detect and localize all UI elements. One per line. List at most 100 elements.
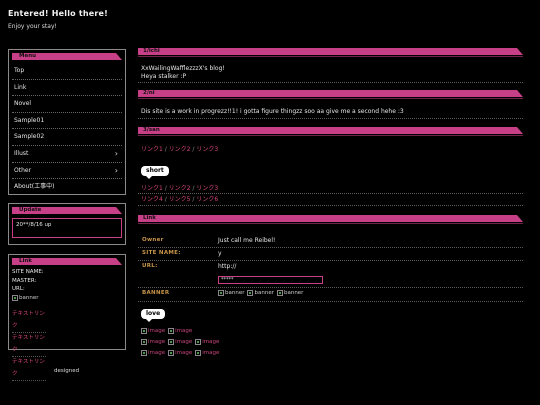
image-link[interactable]: image (141, 328, 165, 334)
menu-box: Menu Top Link Novel Sample01 Sample02 Il… (8, 49, 126, 195)
menu-item-other[interactable]: Other › (12, 163, 122, 180)
section-underline (138, 98, 523, 99)
url-label: URL: (142, 263, 158, 269)
banner-row: BANNER banner banner banner (138, 287, 523, 302)
password-field[interactable]: ***** (218, 276, 323, 284)
menu-item-illust[interactable]: Illust › (12, 146, 122, 163)
banner-list: banner banner banner (218, 290, 303, 296)
image-link[interactable]: image (168, 328, 192, 334)
chevron-right-icon: › (114, 165, 118, 175)
image-link[interactable]: image (168, 350, 192, 356)
section-underline (138, 135, 523, 136)
banner-image[interactable]: banner (247, 290, 274, 296)
link-item[interactable]: リンク3 (196, 146, 218, 153)
divider (138, 205, 523, 206)
menu-heading: Menu (12, 53, 122, 60)
link-item[interactable]: リンク6 (196, 196, 218, 203)
greeting: Heya stalker :P (141, 73, 187, 80)
image-link[interactable]: image (141, 350, 165, 356)
image-row-1: image image (141, 328, 192, 334)
menu-item-label: Top (14, 67, 25, 74)
menu-item-about[interactable]: About(工事中) (12, 179, 122, 195)
broken-image-icon (12, 294, 18, 301)
broken-image-icon (195, 350, 202, 356)
site-name-row: SITE NAME: y (138, 247, 523, 261)
broken-image-icon (168, 339, 175, 345)
image-row-3: image image image (141, 350, 219, 356)
section-1-text: XxWailingWafflezzzX's blog! Heya stalker… (141, 65, 225, 81)
image-link[interactable]: image (141, 339, 165, 345)
section-underline (138, 56, 523, 57)
divider (138, 193, 523, 194)
broken-image-icon (168, 350, 175, 356)
menu-item-top[interactable]: Top (12, 63, 122, 80)
site-name-value: y (218, 250, 222, 257)
section-2-heading: 2/ni (138, 90, 523, 97)
broken-image-icon (276, 290, 283, 296)
links-row-2: リンク1 / リンク2 / リンク3 (141, 185, 219, 192)
love-label: love (141, 309, 166, 322)
broken-image-icon (168, 328, 175, 334)
menu-item-sample02[interactable]: Sample02 (12, 129, 122, 146)
owner-label: Owner (142, 237, 164, 243)
banner-image[interactable]: banner (218, 290, 244, 296)
broken-image-icon (247, 290, 254, 296)
url-value: http:// (218, 263, 237, 270)
menu-item-sample01[interactable]: Sample01 (12, 113, 122, 130)
link-item[interactable]: リンク1 (141, 146, 163, 153)
banner-image[interactable]: banner (276, 290, 303, 296)
blog-title: XxWailingWafflezzzX's blog! (141, 65, 225, 72)
section-3-heading: 3/san (138, 127, 523, 134)
site-name-label: SITE NAME: (142, 250, 181, 256)
link-item[interactable]: リンク3 (196, 185, 218, 192)
section-2-text: Dis site is a work in progrezz!!1! i got… (141, 108, 404, 115)
link-section-heading: Link (138, 215, 523, 222)
url-row: URL: http:// (138, 260, 523, 288)
menu-item-label: Novel (14, 100, 32, 108)
section-1-heading: 1/ichi (138, 48, 523, 55)
owner-value: Just call me Reibel! (218, 237, 276, 244)
update-heading: Update (12, 207, 122, 214)
short-label: short (141, 166, 169, 179)
chevron-right-icon: › (114, 148, 118, 158)
image-link[interactable]: image (195, 350, 219, 356)
image-row-2: image image image (141, 339, 219, 345)
link-item[interactable]: リンク5 (169, 196, 191, 203)
text-link[interactable]: テキストリンク (12, 357, 46, 382)
banner-image[interactable]: banner (12, 294, 38, 303)
link-item[interactable]: リンク2 (169, 146, 191, 153)
broken-image-icon (141, 339, 147, 345)
link-heading: Link (12, 258, 122, 265)
broken-image-icon (195, 339, 202, 345)
divider (138, 118, 523, 119)
site-subtitle: Enjoy your stay! (8, 23, 57, 30)
link-box: Link SITE NAME: MASTER: URL: banner テキスト… (8, 254, 126, 382)
menu-item-novel[interactable]: Novel (12, 96, 122, 113)
text-link[interactable]: テキストリンク (12, 333, 46, 358)
image-link[interactable]: image (195, 339, 219, 345)
url-label: URL: (12, 286, 25, 292)
text-link[interactable]: テキストリンク (12, 309, 46, 334)
section-underline (138, 223, 523, 224)
image-link[interactable]: image (168, 339, 192, 345)
menu-item-label: Illust (14, 149, 29, 157)
link-item[interactable]: リンク4 (141, 196, 163, 203)
links-row-3: リンク4 / リンク5 / リンク6 (141, 196, 219, 203)
owner-row: Owner Just call me Reibel! (138, 234, 523, 248)
site-name-label: SITE NAME: (12, 269, 44, 275)
menu-item-label: Link (14, 83, 27, 91)
update-box: Update 20**/8/16 up (8, 203, 126, 245)
banner-label: BANNER (142, 290, 170, 296)
link-item[interactable]: リンク1 (141, 185, 163, 192)
menu-item-link[interactable]: Link (12, 80, 122, 97)
broken-image-icon (141, 328, 147, 334)
update-text: 20**/8/16 up (12, 218, 122, 238)
divider (138, 82, 523, 83)
designed-credit[interactable]: designed (54, 368, 79, 374)
menu-item-label: Sample01 (14, 116, 45, 124)
master-label: MASTER: (12, 277, 37, 284)
site-title: Entered! Hello there! (8, 9, 108, 18)
link-item[interactable]: リンク2 (169, 185, 191, 192)
menu-item-label: Other (14, 166, 32, 174)
link-info: SITE NAME: MASTER: URL: banner テキストリンク テ… (12, 268, 122, 382)
